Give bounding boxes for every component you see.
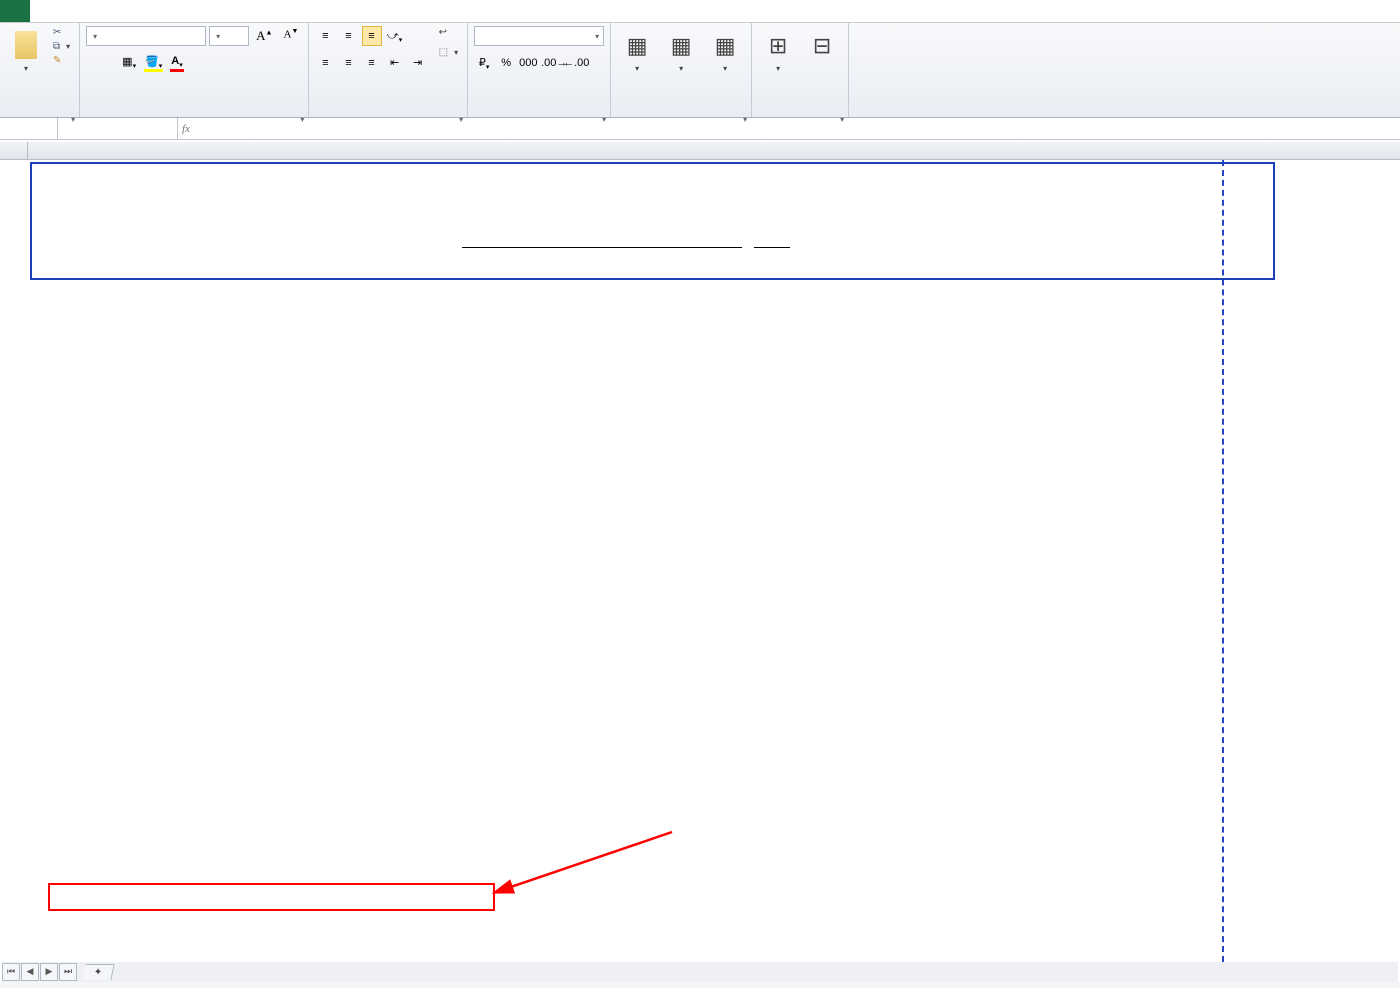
align-middle-button[interactable]: ≡ <box>338 26 358 46</box>
cell-styles-button[interactable]: ▦▾ <box>705 26 745 75</box>
cond-format-button[interactable]: ▦▾ <box>617 26 657 75</box>
align-bottom-button[interactable]: ≡ <box>362 26 382 46</box>
format-table-button[interactable]: ▦▾ <box>661 26 701 75</box>
sheet-tab-bar: ⏮ ◀ ▶ ⏭ ✦ <box>2 962 1398 982</box>
group-label <box>86 113 302 115</box>
indent-inc-button[interactable]: ⇥ <box>408 53 428 73</box>
wrap-icon <box>439 27 447 38</box>
copy-button[interactable]: ▾ <box>50 40 73 53</box>
paste-icon <box>10 28 42 64</box>
borders-button[interactable]: ▦▾ <box>118 53 140 72</box>
font-family-combo[interactable]: ▾ <box>86 26 206 46</box>
align-center-button[interactable]: ≡ <box>338 53 358 73</box>
worksheet[interactable] <box>0 142 1400 962</box>
print-area <box>30 162 1275 280</box>
indent-dec-button[interactable]: ⇤ <box>385 53 405 73</box>
new-sheet-button[interactable]: ✦ <box>82 964 115 980</box>
menu-bar <box>0 0 1400 23</box>
sheet-nav-prev[interactable]: ◀ <box>21 963 39 981</box>
align-top-button[interactable]: ≡ <box>315 26 335 46</box>
status-bar <box>0 982 1400 988</box>
dec-decimal-button[interactable]: ←.00 <box>562 53 582 73</box>
brush-icon <box>53 55 61 66</box>
delete-icon: ⊟ <box>806 28 838 64</box>
group-label <box>617 113 745 115</box>
group-label <box>315 113 461 115</box>
grow-font-button[interactable]: A▲ <box>252 26 276 46</box>
group-alignment: ≡ ≡ ≡ ⤻▾ ≡ ≡ ≡ ⇤ ⇥ ▾ <box>309 23 468 117</box>
group-cells: ⊞▾ ⊟ <box>752 23 849 117</box>
column-headers[interactable] <box>28 142 1400 159</box>
group-number: ▾ ₽▾ % 000 .00→ ←.00 <box>468 23 611 117</box>
group-clipboard: ▾ ▾ <box>0 23 80 117</box>
select-all-corner[interactable] <box>0 142 28 159</box>
insert-cells-button[interactable]: ⊞▾ <box>758 26 798 75</box>
merge-icon <box>439 47 448 58</box>
currency-button[interactable]: ₽▾ <box>474 53 494 73</box>
align-left-button[interactable]: ≡ <box>315 53 335 73</box>
insert-icon: ⊞ <box>762 28 794 64</box>
comma-button[interactable]: 000 <box>518 53 538 73</box>
title-row-3 <box>32 209 1273 230</box>
underline-button[interactable] <box>104 53 112 72</box>
copy-icon <box>53 41 60 52</box>
delete-cells-button[interactable]: ⊟ <box>802 26 842 66</box>
year-row <box>32 230 1273 248</box>
sheet-nav-first[interactable]: ⏮ <box>2 963 20 981</box>
paste-button[interactable]: ▾ <box>6 26 46 75</box>
cell-styles-icon: ▦ <box>709 28 741 64</box>
wrap-text-button[interactable] <box>436 26 461 39</box>
format-painter-button[interactable] <box>50 54 73 67</box>
merge-center-button[interactable]: ▾ <box>436 46 461 59</box>
font-size-combo[interactable]: ▾ <box>209 26 249 46</box>
number-format-combo[interactable]: ▾ <box>474 26 604 46</box>
inc-decimal-button[interactable]: .00→ <box>540 53 560 73</box>
title-row-1 <box>32 164 1273 188</box>
orientation-button[interactable]: ⤻▾ <box>385 26 405 46</box>
period-row <box>32 248 1273 266</box>
group-styles: ▦▾ ▦▾ ▦▾ <box>611 23 752 117</box>
percent-button[interactable]: % <box>496 53 516 73</box>
group-label <box>758 113 842 115</box>
shrink-font-button[interactable]: A▼ <box>279 26 302 46</box>
sheet-nav-last[interactable]: ⏭ <box>59 963 77 981</box>
table-icon: ▦ <box>665 28 697 64</box>
scissors-icon <box>53 27 61 38</box>
name-box[interactable] <box>0 118 58 139</box>
title-row-2 <box>32 188 1273 209</box>
fill-color-button[interactable]: 🪣▾ <box>141 53 166 72</box>
cond-format-icon: ▦ <box>621 28 653 64</box>
align-right-button[interactable]: ≡ <box>362 53 382 73</box>
sheet-nav-next[interactable]: ▶ <box>40 963 58 981</box>
group-font: ▾ ▾ A▲ A▼ ▦▾ 🪣▾ A▾ <box>80 23 309 117</box>
cut-button[interactable] <box>50 26 73 39</box>
file-tab[interactable] <box>0 0 30 22</box>
formula-bar: fx <box>0 118 1400 140</box>
group-label <box>474 113 604 115</box>
group-label <box>6 113 73 115</box>
bold-button[interactable] <box>86 53 94 72</box>
fx-icon[interactable]: fx <box>182 123 190 135</box>
font-color-button[interactable]: A▾ <box>167 53 186 72</box>
page-break-line <box>1222 160 1224 962</box>
ribbon: ▾ ▾ ▾ ▾ A▲ A▼ ▦▾ 🪣▾ <box>0 23 1400 118</box>
italic-button[interactable] <box>95 53 103 72</box>
